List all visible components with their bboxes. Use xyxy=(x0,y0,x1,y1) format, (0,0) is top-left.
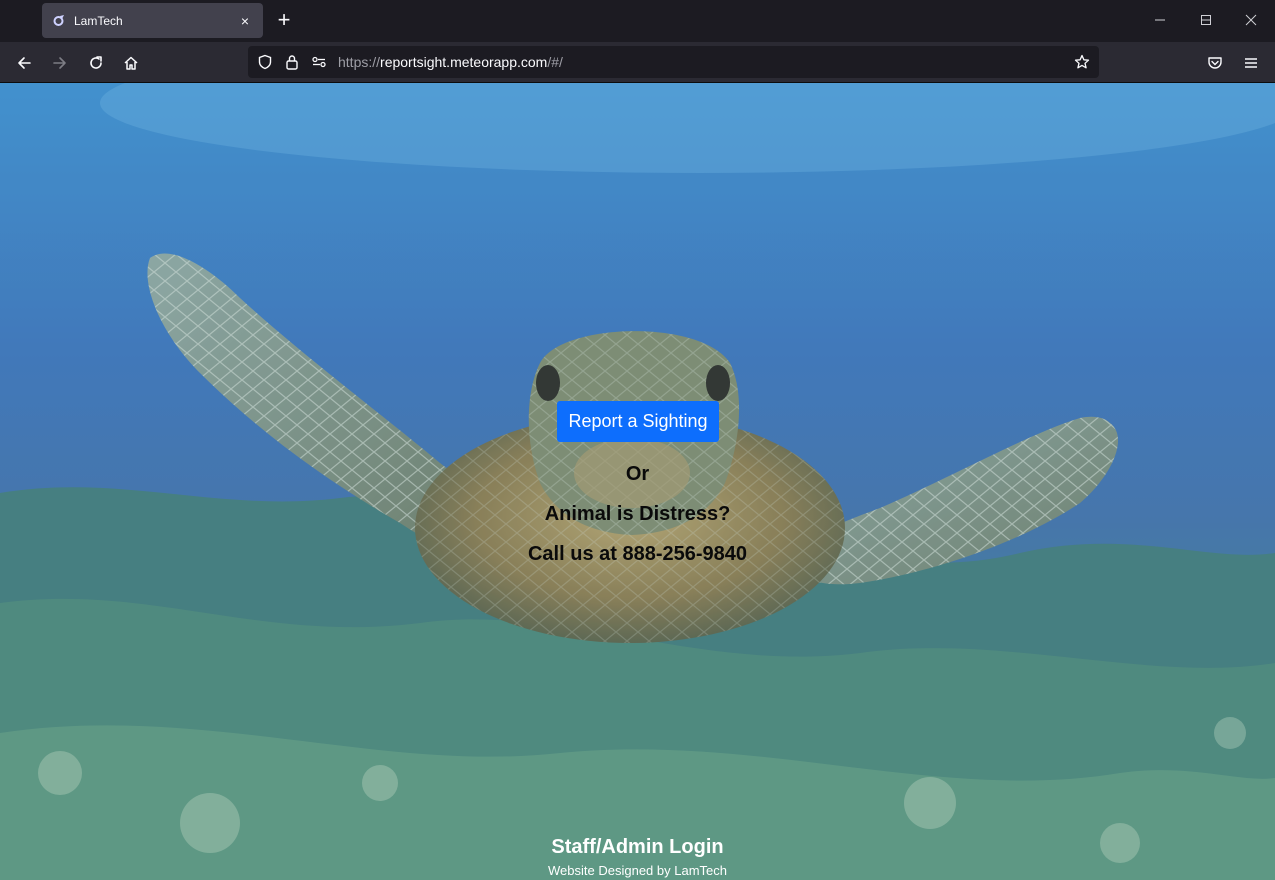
tab-title: LamTech xyxy=(74,13,123,28)
maximize-window-icon[interactable] xyxy=(1194,8,1218,32)
meteor-favicon-icon xyxy=(52,14,65,27)
pocket-icon[interactable] xyxy=(1202,50,1228,76)
close-window-icon[interactable] xyxy=(1239,8,1263,32)
url-text[interactable]: https://reportsight.meteorapp.com/#/ xyxy=(338,54,563,70)
distress-text: Animal is Distress? xyxy=(544,503,731,525)
tab-close-icon[interactable]: × xyxy=(237,13,253,29)
permissions-icon[interactable] xyxy=(310,53,328,71)
url-scheme: https:// xyxy=(338,54,381,70)
lock-icon[interactable] xyxy=(283,53,301,71)
page-content: Report a Sighting Or Animal is Distress?… xyxy=(0,83,1275,880)
bookmark-star-icon[interactable] xyxy=(1073,53,1091,71)
minimize-window-icon[interactable] xyxy=(1148,8,1172,32)
forward-arrow-icon[interactable] xyxy=(47,50,73,76)
shield-icon[interactable] xyxy=(256,53,274,71)
or-text: Or xyxy=(625,463,650,485)
back-arrow-icon[interactable] xyxy=(11,50,37,76)
browser-tab[interactable]: LamTech × xyxy=(42,3,263,38)
url-path: /#/ xyxy=(547,54,563,70)
reload-icon[interactable] xyxy=(83,50,109,76)
staff-admin-login-link[interactable]: Staff/Admin Login xyxy=(0,836,1275,859)
call-us-text: Call us at 888-256-9840 xyxy=(527,543,748,565)
tab-bar: LamTech × + xyxy=(0,0,1275,42)
designer-credit: Website Designed by LamTech xyxy=(548,863,727,878)
url-host: reportsight.meteorapp.com xyxy=(380,54,548,70)
menu-hamburger-icon[interactable] xyxy=(1238,50,1264,76)
report-sighting-button[interactable]: Report a Sighting xyxy=(557,401,719,442)
new-tab-button[interactable]: + xyxy=(272,9,296,33)
navigation-toolbar: https://reportsight.meteorapp.com/#/ xyxy=(0,42,1275,83)
home-icon[interactable] xyxy=(118,50,144,76)
address-bar[interactable]: https://reportsight.meteorapp.com/#/ xyxy=(248,46,1099,78)
